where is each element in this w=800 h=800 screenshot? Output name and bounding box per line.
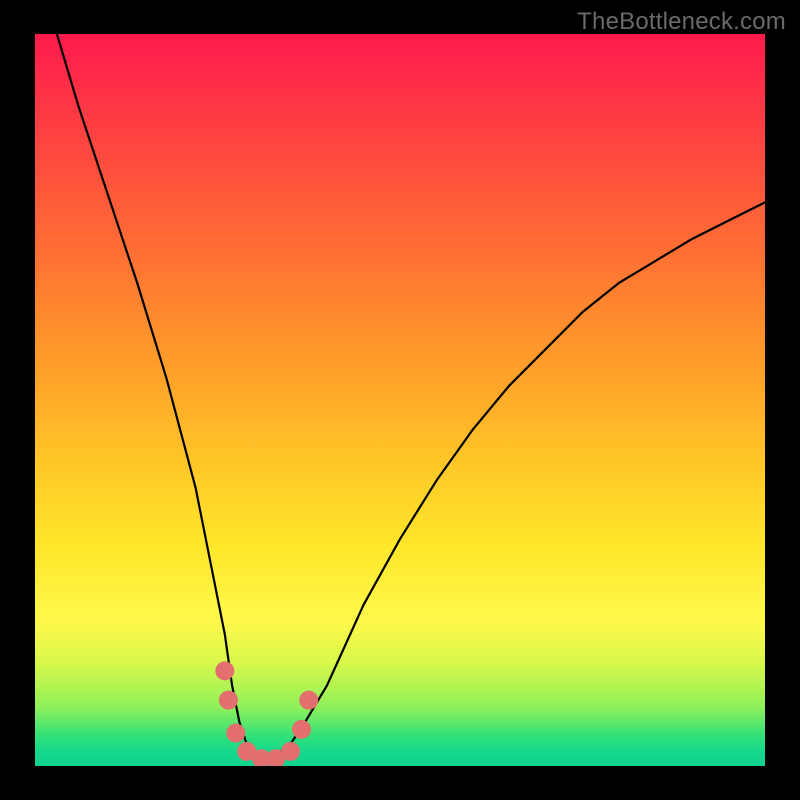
watermark-text: TheBottleneck.com [577,8,786,36]
chart-frame: TheBottleneck.com [0,0,800,800]
marker-dot [215,661,234,680]
marker-dot [292,720,311,739]
marker-dot [219,691,238,710]
marker-dot [281,742,300,761]
bottleneck-curve [57,34,765,759]
bottom-markers [215,661,318,766]
marker-dot [226,724,245,743]
plot-svg [35,34,765,766]
marker-dot [299,691,318,710]
